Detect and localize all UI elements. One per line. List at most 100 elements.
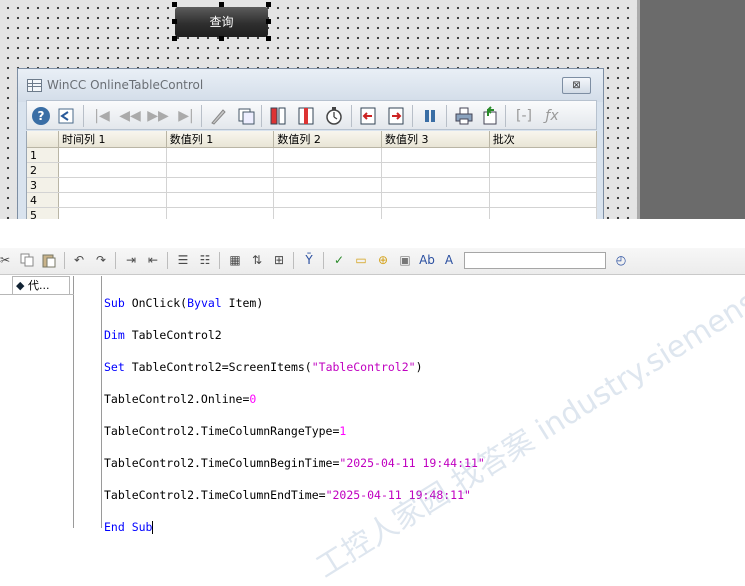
string-literal: "TableControl2"	[311, 360, 416, 374]
font-icon[interactable]: A	[440, 251, 458, 269]
tag-icon[interactable]: Ȳ	[300, 251, 318, 269]
print-icon[interactable]	[453, 105, 475, 127]
keyword: Sub	[104, 296, 125, 310]
code-text-segment: TableControl2.TimeColumnEndTime=	[104, 488, 326, 502]
cut-icon[interactable]: ✂	[0, 251, 14, 269]
code-line[interactable]: TableControl2.Online=0	[104, 391, 485, 407]
next-record-icon[interactable]: ▶▶	[147, 105, 169, 127]
table-row[interactable]: 3	[27, 177, 597, 193]
toolbar-separator	[167, 252, 168, 269]
selection-handle[interactable]	[219, 2, 224, 7]
table-row[interactable]: 2	[27, 162, 597, 178]
select-data-connection-icon[interactable]	[295, 105, 317, 127]
stop-icon[interactable]	[419, 105, 441, 127]
export-icon[interactable]	[479, 105, 501, 127]
toolbar-separator	[64, 252, 65, 269]
search-input[interactable]	[464, 252, 606, 269]
copy-rows-icon[interactable]	[235, 105, 257, 127]
string-literal: "2025-04-11 19:44:11"	[339, 456, 485, 470]
code-line[interactable]: End Sub	[104, 519, 485, 535]
trigger-clock-icon[interactable]: ◴	[612, 251, 630, 269]
selection-handle[interactable]	[172, 36, 177, 41]
next-column-icon[interactable]	[385, 105, 407, 127]
time-range-icon[interactable]	[323, 105, 345, 127]
toolbar-separator	[446, 105, 447, 127]
tab-code[interactable]: ◆ 代...	[12, 276, 70, 294]
column-header[interactable]: 数值列 1	[166, 131, 275, 148]
data-table: 时间列 1 数值列 1 数值列 2 数值列 3 批次 1 2 3 4 5	[26, 131, 597, 221]
undo-icon[interactable]: ↶	[70, 251, 88, 269]
comment-icon[interactable]: ☰	[174, 251, 192, 269]
paste-icon[interactable]	[40, 251, 58, 269]
toolbar-separator	[261, 105, 262, 127]
column-header[interactable]: 数值列 3	[381, 131, 490, 148]
sort-icon[interactable]: ⇅	[248, 251, 266, 269]
table-row[interactable]: 1	[27, 147, 597, 163]
syntax-check-icon[interactable]: ✓	[330, 251, 348, 269]
code-line[interactable]: Dim TableControl2	[104, 327, 485, 343]
code-text-segment: TableControl2	[124, 328, 222, 342]
selection-handle[interactable]	[266, 36, 271, 41]
selection-handle[interactable]	[219, 36, 224, 41]
previous-record-icon[interactable]: ◀◀	[119, 105, 141, 127]
first-record-icon[interactable]: |◀	[91, 105, 113, 127]
copy-icon[interactable]	[18, 251, 36, 269]
toolbar-separator	[201, 105, 202, 127]
left-pane: ◆ 代...	[0, 276, 74, 528]
row-header[interactable]: 1	[27, 147, 60, 163]
row-header[interactable]: 2	[27, 162, 60, 178]
outdent-icon[interactable]: ⇤	[144, 251, 162, 269]
column-header[interactable]: 时间列 1	[58, 131, 167, 148]
toolbar-separator	[412, 105, 413, 127]
code-line[interactable]: TableControl2.TimeColumnRangeType=1	[104, 423, 485, 439]
properties-icon[interactable]: Ab	[418, 251, 436, 269]
graphics-canvas[interactable]: 查询 WinCC OnlineTableControl ⊠ ? |◀ ◀◀ ▶▶…	[0, 0, 745, 221]
online-table-control[interactable]: WinCC OnlineTableControl ⊠ ? |◀ ◀◀ ▶▶ ▶|	[17, 68, 604, 221]
edit-icon[interactable]	[207, 105, 229, 127]
code-editor[interactable]: Sub OnClick(Byval Item) Dim TableControl…	[101, 276, 745, 534]
select-columns-icon[interactable]	[267, 105, 289, 127]
redo-icon[interactable]: ↷	[92, 251, 110, 269]
code-text-segment: TableControl2.Online=	[104, 392, 250, 406]
selection-handle[interactable]	[266, 2, 271, 7]
code-line[interactable]: Sub OnClick(Byval Item)	[104, 295, 485, 311]
table-control-title: WinCC OnlineTableControl	[47, 78, 204, 92]
object-icon[interactable]: ▣	[396, 251, 414, 269]
keyword: Byval	[187, 296, 222, 310]
toolbar-separator	[219, 252, 220, 269]
column-header[interactable]: 数值列 2	[273, 131, 383, 148]
row-header[interactable]: 3	[27, 177, 60, 193]
toolbar-separator	[83, 105, 84, 127]
bookmark-next-icon[interactable]: ⊞	[270, 251, 288, 269]
code-text-segment: TableControl2.TimeColumnBeginTime=	[104, 456, 340, 470]
code-line[interactable]: TableControl2.TimeColumnEndTime="2025-04…	[104, 487, 485, 503]
selection-handle[interactable]	[266, 19, 271, 24]
statistics-area-icon[interactable]: [-]	[513, 105, 535, 127]
code-line[interactable]: Set TableControl2=ScreenItems("TableCont…	[104, 359, 485, 375]
table-row[interactable]: 4	[27, 192, 597, 208]
column-header[interactable]: 批次	[489, 131, 597, 148]
selection-handle[interactable]	[172, 19, 177, 24]
open-folder-icon[interactable]: ▭	[352, 251, 370, 269]
indent-icon[interactable]: ⇥	[122, 251, 140, 269]
code-line[interactable]: TableControl2.TimeColumnBeginTime="2025-…	[104, 455, 485, 471]
last-record-icon[interactable]: ▶|	[175, 105, 197, 127]
query-button[interactable]: 查询	[175, 7, 268, 37]
config-icon[interactable]	[55, 105, 77, 127]
close-button[interactable]: ⊠	[562, 77, 591, 94]
row-header[interactable]: 4	[27, 192, 60, 208]
selection-handle[interactable]	[172, 2, 177, 7]
statistics-icon[interactable]: ƒx	[541, 105, 563, 127]
svg-text:?: ?	[38, 109, 45, 123]
toolbar-separator	[293, 252, 294, 269]
code-text[interactable]: Sub OnClick(Byval Item) Dim TableControl…	[104, 279, 485, 567]
code-text-segment: Item)	[221, 296, 264, 310]
editor-toolbar: ✂ ↶ ↷ ⇥ ⇤ ☰ ☷ ▦ ⇅ ⊞ Ȳ ✓ ▭ ⊕ ▣ Ab A ◴	[0, 248, 745, 275]
new-folder-icon[interactable]: ⊕	[374, 251, 392, 269]
code-text-segment: OnClick(	[124, 296, 188, 310]
uncomment-icon[interactable]: ☷	[196, 251, 214, 269]
table-control-titlebar[interactable]: WinCC OnlineTableControl ⊠	[18, 69, 603, 102]
bookmark-icon[interactable]: ▦	[226, 251, 244, 269]
help-icon[interactable]: ?	[30, 105, 52, 127]
previous-column-icon[interactable]	[357, 105, 379, 127]
